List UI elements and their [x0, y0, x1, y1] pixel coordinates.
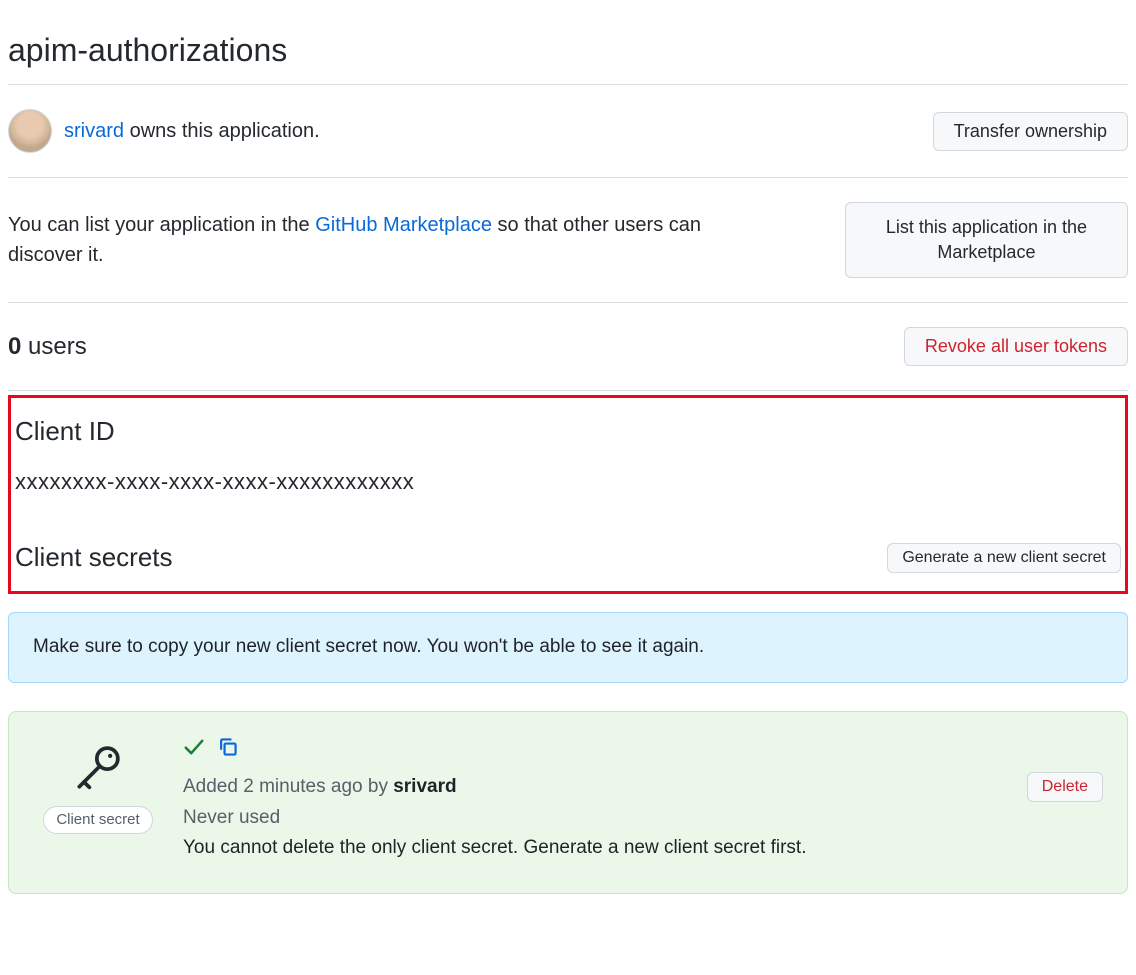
client-secrets-heading: Client secrets — [15, 538, 173, 577]
list-button-line2: Marketplace — [886, 240, 1087, 265]
revoke-all-tokens-button[interactable]: Revoke all user tokens — [904, 327, 1128, 366]
marketplace-text: You can list your application in the Git… — [8, 210, 736, 270]
marketplace-section: You can list your application in the Git… — [8, 177, 1128, 302]
list-in-marketplace-button[interactable]: List this application in the Marketplace — [845, 202, 1128, 278]
owner-section: srivard owns this application. Transfer … — [8, 85, 1128, 177]
check-icon — [183, 736, 205, 768]
marketplace-text-before: You can list your application in the — [8, 214, 315, 236]
generate-client-secret-button[interactable]: Generate a new client secret — [887, 543, 1121, 573]
secret-added-line: Added 2 minutes ago by srivard — [183, 773, 1007, 802]
added-by-user: srivard — [393, 776, 456, 797]
added-prefix: Added — [183, 776, 243, 797]
key-icon — [70, 740, 126, 796]
list-button-line1: List this application in the — [886, 215, 1087, 240]
owner-text: srivard owns this application. — [64, 116, 320, 146]
transfer-ownership-button[interactable]: Transfer ownership — [933, 112, 1128, 151]
users-count: 0 users — [8, 329, 87, 365]
page-title: apim-authorizations — [8, 26, 1128, 74]
divider — [8, 390, 1128, 391]
owner-avatar — [8, 109, 52, 153]
delete-secret-button[interactable]: Delete — [1027, 772, 1103, 802]
client-credentials-highlight: Client ID xxxxxxxx-xxxx-xxxx-xxxx-xxxxxx… — [8, 395, 1128, 594]
client-secrets-header: Client secrets Generate a new client sec… — [15, 538, 1121, 577]
client-id-value: xxxxxxxx-xxxx-xxxx-xxxx-xxxxxxxxxxxx — [15, 465, 1121, 498]
github-marketplace-link[interactable]: GitHub Marketplace — [315, 214, 492, 236]
added-by-prefix: by — [363, 776, 394, 797]
secret-cannot-delete: You cannot delete the only client secret… — [183, 834, 1007, 863]
client-secret-badge: Client secret — [43, 806, 152, 835]
secret-body: Added 2 minutes ago by srivard Never use… — [183, 736, 1007, 865]
users-count-number: 0 — [8, 333, 21, 360]
client-id-heading: Client ID — [15, 412, 1121, 451]
copy-secret-warning: Make sure to copy your new client secret… — [8, 612, 1128, 683]
copy-icon[interactable] — [217, 736, 239, 768]
secret-never-used: Never used — [183, 804, 1007, 833]
added-time: 2 minutes ago — [243, 776, 362, 797]
users-section: 0 users Revoke all user tokens — [8, 302, 1128, 390]
owner-username-link[interactable]: srivard — [64, 120, 124, 142]
client-secret-card: Client secret Added 2 minutes ago by sri… — [8, 711, 1128, 894]
users-label: users — [21, 333, 86, 360]
owner-owns-text: owns this application. — [124, 120, 320, 142]
